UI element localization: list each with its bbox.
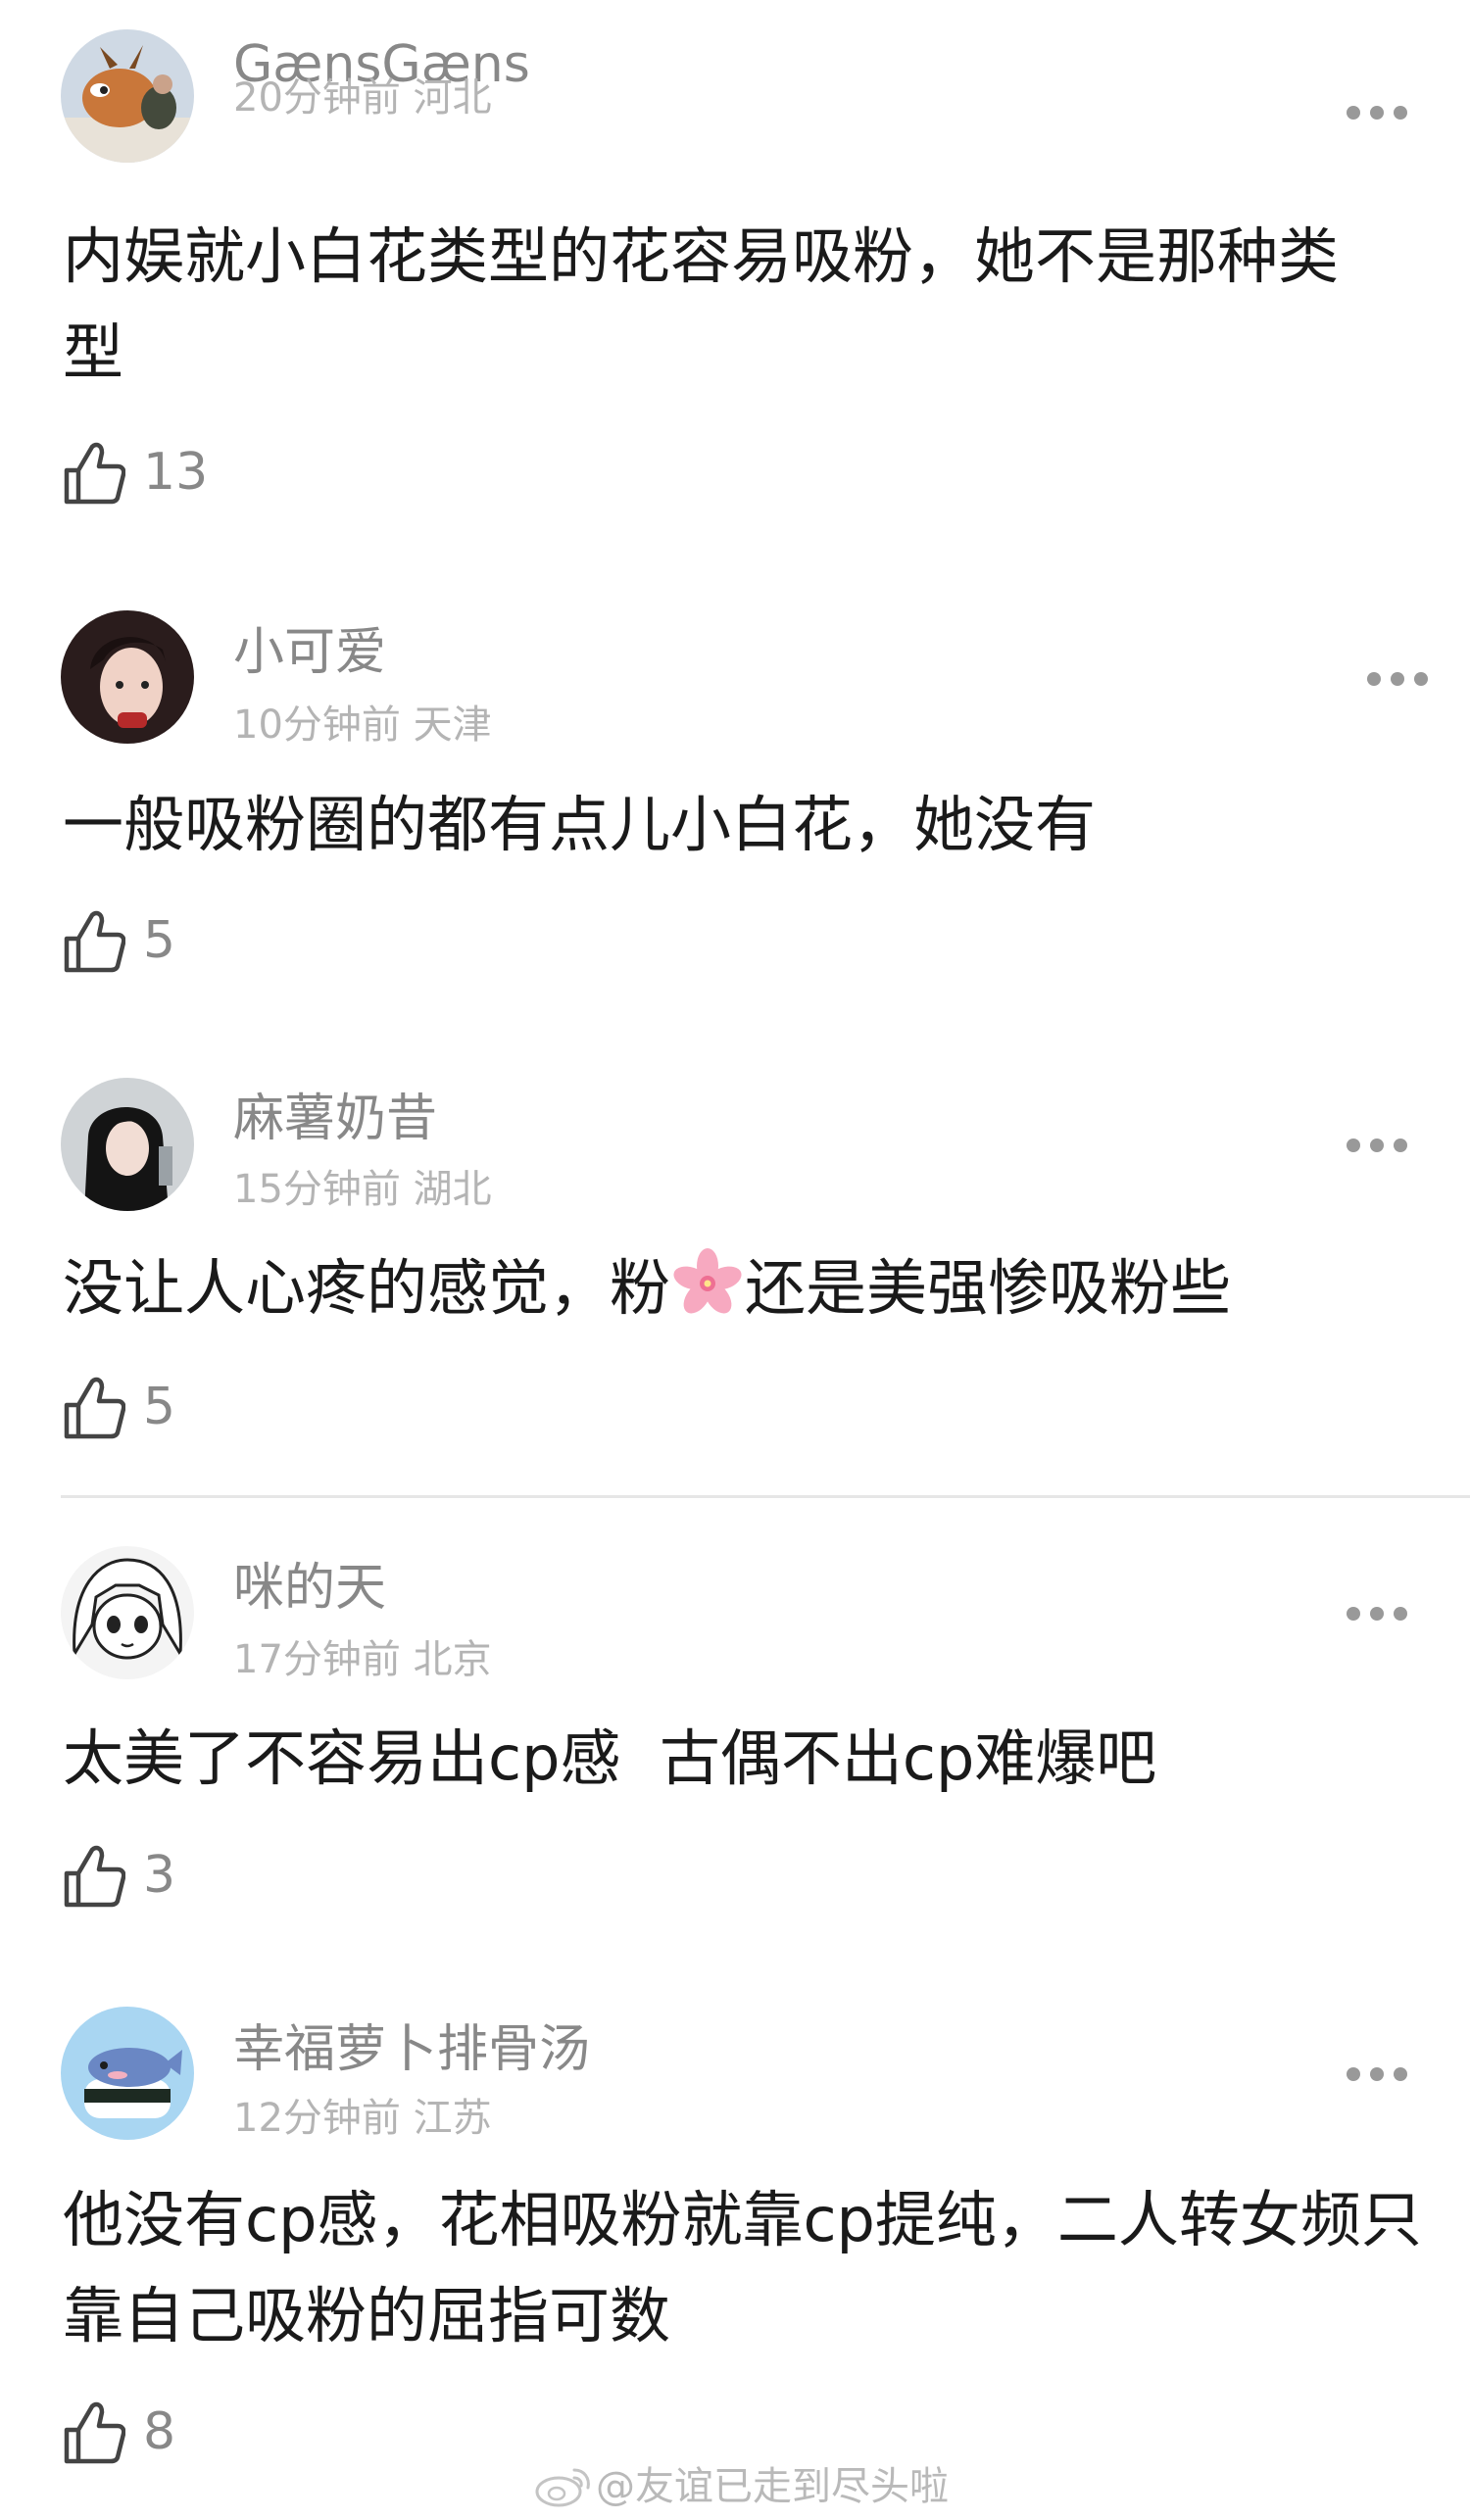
comment-time: 10分钟前	[233, 703, 401, 748]
comment-meta: 17分钟前 北京	[233, 1640, 492, 1679]
comment-text: 他没有cp感，花相吸粉就靠cp提纯，二人转女频只靠自己吸粉的屈指可数	[63, 2184, 1422, 2351]
thumbs-up-icon	[64, 1377, 125, 1439]
user-avatar[interactable]	[61, 1078, 194, 1211]
watermark: @友谊已走到尽头啦	[533, 2457, 949, 2516]
comment-text-part: 没让人心疼的感觉，粉	[63, 1252, 671, 1324]
comment-meta: 10分钟前 天津	[233, 705, 492, 745]
user-avatar[interactable]	[61, 1546, 194, 1679]
user-avatar[interactable]	[61, 29, 194, 163]
comment-time: 17分钟前	[233, 1637, 401, 1682]
thumbs-up-icon	[64, 910, 125, 973]
divider	[61, 1495, 1470, 1498]
comment-location: 北京	[413, 1637, 492, 1682]
comment-location: 河北	[413, 75, 492, 121]
comment-location: 江苏	[413, 2096, 492, 2141]
more-options-icon[interactable]	[1347, 1607, 1409, 1623]
comment-time: 20分钟前	[233, 75, 401, 121]
more-options-icon[interactable]	[1367, 672, 1430, 688]
comment-time: 15分钟前	[233, 1167, 401, 1212]
comment-text: 太美了不容易出cp感 古偶不出cp难爆吧	[63, 1722, 1157, 1794]
like-count: 13	[143, 443, 209, 502]
username[interactable]: 麻薯奶昔	[233, 1093, 437, 1144]
like-count: 5	[143, 1378, 176, 1436]
comment-text: 一般吸粉圈的都有点儿小白花，她没有	[63, 789, 1097, 860]
like-count: 5	[143, 911, 176, 970]
like-count: 8	[143, 2402, 176, 2461]
comment-meta: 20分钟前 河北	[233, 78, 492, 118]
more-options-icon[interactable]	[1347, 1139, 1409, 1154]
thumbs-up-icon	[64, 1845, 125, 1908]
thumbs-up-icon	[64, 442, 125, 505]
user-avatar[interactable]	[61, 610, 194, 744]
cherry-blossom-icon	[673, 1248, 742, 1314]
comment-text: 没让人心疼的感觉，粉 还是美强惨吸粉些	[63, 1240, 1415, 1336]
more-options-icon[interactable]	[1347, 106, 1409, 121]
username[interactable]: 咪的天	[233, 1563, 386, 1614]
comment-location: 天津	[413, 703, 492, 748]
comment-text: 内娱就小白花类型的花容易吸粉，她不是那种类型	[63, 220, 1340, 388]
comment-meta: 12分钟前 江苏	[233, 2099, 492, 2138]
watermark-text: @友谊已走到尽头啦	[596, 2464, 949, 2509]
like-count: 3	[143, 1846, 176, 1905]
user-avatar[interactable]	[61, 2007, 194, 2140]
weibo-icon	[535, 2468, 590, 2507]
thumbs-up-icon	[64, 2401, 125, 2464]
comment-meta: 15分钟前 湖北	[233, 1170, 492, 1209]
comment-text-part: 还是美强惨吸粉些	[745, 1252, 1232, 1324]
comment-location: 湖北	[413, 1167, 492, 1212]
more-options-icon[interactable]	[1347, 2067, 1409, 2083]
comment-time: 12分钟前	[233, 2096, 401, 2141]
username[interactable]: 幸福萝卜排骨汤	[233, 2024, 590, 2075]
username[interactable]: 小可爱	[233, 627, 386, 678]
